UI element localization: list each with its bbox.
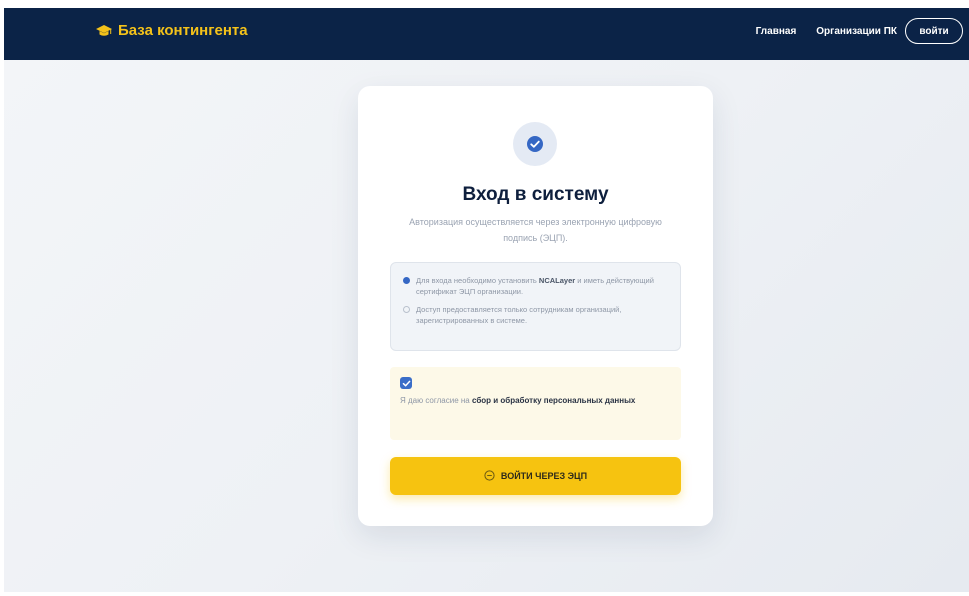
nav-link-home[interactable]: Главная bbox=[756, 26, 797, 37]
consent-section: Я даю согласие на сбор и обработку персо… bbox=[390, 367, 681, 440]
info-item-text: Для входа необходимо установить NCALayer… bbox=[416, 276, 654, 296]
consent-link[interactable]: сбор и обработку персональных данных bbox=[472, 396, 635, 405]
bullet-filled-icon bbox=[403, 277, 410, 284]
info-item-text: Доступ предоставляется только сотрудника… bbox=[416, 305, 622, 325]
brand-logo[interactable]: База контингента bbox=[96, 22, 248, 39]
login-ecp-label: ВОЙТИ ЧЕРЕЗ ЭЦП bbox=[500, 471, 588, 481]
checkmark-icon bbox=[402, 380, 410, 386]
info-item: Для входа необходимо установить NCALayer… bbox=[403, 275, 666, 297]
info-item: Доступ предоставляется только сотрудника… bbox=[403, 304, 666, 326]
login-card: Вход в систему Авторизация осуществляетс… bbox=[358, 86, 713, 526]
info-notice: Для входа необходимо установить NCALayer… bbox=[390, 262, 681, 351]
bullet-outline-icon bbox=[403, 306, 410, 313]
login-ecp-button[interactable]: ВОЙТИ ЧЕРЕЗ ЭЦП bbox=[390, 457, 681, 495]
graduation-cap-icon bbox=[96, 24, 112, 38]
nav-link-organizations[interactable]: Организации ПК bbox=[816, 26, 897, 37]
consent-checkbox[interactable] bbox=[400, 377, 412, 389]
consent-label: Я даю согласие на сбор и обработку персо… bbox=[400, 396, 636, 405]
login-button[interactable]: войти bbox=[905, 18, 963, 44]
top-navbar: База контингента Главная Организации ПК … bbox=[4, 8, 969, 60]
shield-check-icon bbox=[513, 122, 557, 166]
page-title: Вход в систему bbox=[462, 184, 609, 205]
nav-links: Главная Организации ПК bbox=[756, 26, 897, 37]
brand-name: База контингента bbox=[118, 22, 248, 39]
key-circle-icon bbox=[484, 469, 495, 483]
page-subtitle: Авторизация осуществляется через электро… bbox=[409, 217, 662, 243]
